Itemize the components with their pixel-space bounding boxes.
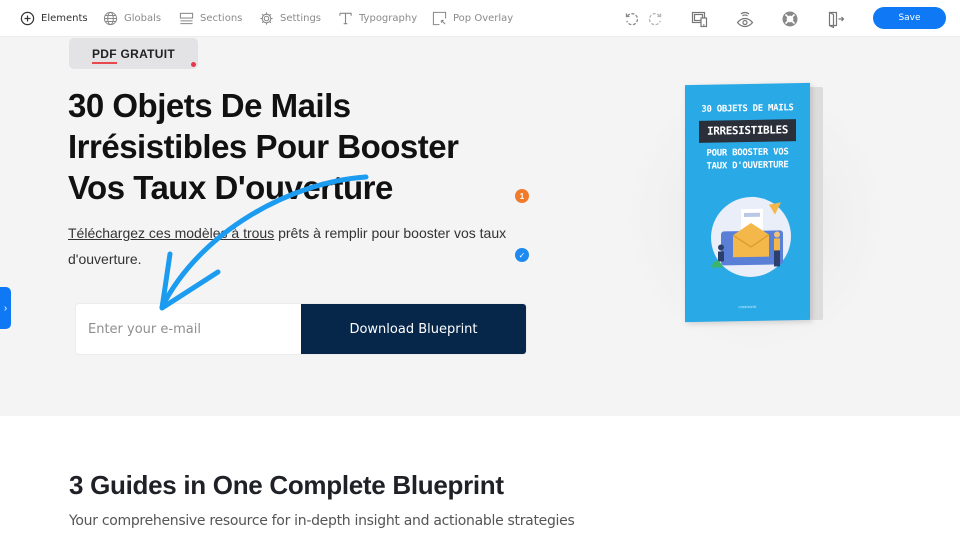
download-blueprint-button[interactable]: Download Blueprint <box>301 304 526 354</box>
nav-elements[interactable]: Elements <box>20 0 88 37</box>
nav-typography[interactable]: Typography <box>338 0 417 37</box>
popup-icon <box>432 11 447 26</box>
email-illustration-icon <box>711 196 791 277</box>
hero-section: PDF GRATUIT 30 Objets De Mails Irrésisti… <box>0 37 960 416</box>
pdf-gratuit-badge: PDF GRATUIT <box>69 38 198 69</box>
lifebuoy-icon[interactable] <box>780 9 800 29</box>
email-input[interactable] <box>76 304 301 354</box>
book-title-highlight: IRRESISTIBLES <box>699 119 796 143</box>
nav-pop-overlay[interactable]: Pop Overlay <box>432 0 513 37</box>
notification-count-badge[interactable]: 1 <box>515 189 529 203</box>
sections-icon <box>179 11 194 26</box>
badge-pdf-text: PDF <box>91 46 117 64</box>
hero-description-link[interactable]: Téléchargez ces modèles à trous <box>68 225 274 241</box>
eye-icon[interactable] <box>735 9 755 29</box>
redo-icon[interactable] <box>645 9 665 29</box>
gear-icon <box>259 11 274 26</box>
badge-rest-text: GRATUIT <box>116 46 176 61</box>
book-subtitle: POUR BOOSTER VOS TAUX D'OUVERTURE <box>685 146 810 174</box>
email-signup-form: Download Blueprint <box>76 304 526 354</box>
nav-pop-overlay-label: Pop Overlay <box>453 13 514 24</box>
save-button[interactable]: Save <box>873 7 946 29</box>
nav-globals[interactable]: Globals <box>103 0 161 37</box>
badge-indicator-dot <box>191 62 196 67</box>
globe-icon <box>103 11 118 26</box>
nav-sections[interactable]: Sections <box>179 0 242 37</box>
nav-settings[interactable]: Settings <box>259 0 321 37</box>
nav-sections-label: Sections <box>200 13 243 24</box>
sidebar-expand-toggle[interactable]: › <box>0 287 11 329</box>
nav-globals-label: Globals <box>124 13 162 24</box>
hero-title: 30 Objets De Mails Irrésistibles Pour Bo… <box>68 85 508 208</box>
nav-settings-label: Settings <box>280 13 322 24</box>
hero-title-line: Irrésistibles Pour Booster <box>68 128 459 165</box>
typography-icon <box>338 11 353 26</box>
nav-elements-label: Elements <box>41 13 88 24</box>
section-title: 3 Guides in One Complete Blueprint <box>69 470 504 500</box>
editor-toolbar: Elements Globals Sections Settings Typog… <box>0 0 960 37</box>
hero-title-line: 30 Objets De Mails <box>68 87 351 124</box>
chevron-right-icon: › <box>3 302 8 314</box>
plus-circle-icon <box>20 11 35 26</box>
hero-title-line: Vos Taux D'ouverture <box>68 169 393 206</box>
book-publisher: COMPAGNIE <box>738 304 757 310</box>
exit-icon[interactable] <box>826 9 846 29</box>
check-icon[interactable]: ✓ <box>515 248 529 262</box>
book-subtitle-line: TAUX D'OUVERTURE <box>706 160 789 172</box>
book-cover: 30 OBJETS DE MAILS IRRESISTIBLES POUR BO… <box>685 82 810 323</box>
section-subtitle: Your comprehensive resource for in-depth… <box>69 513 575 529</box>
hero-description: Téléchargez ces modèles à trous prêts à … <box>68 220 548 272</box>
devices-icon[interactable] <box>690 9 710 29</box>
undo-icon[interactable] <box>622 9 642 29</box>
ebook-mockup: 30 OBJETS DE MAILS IRRESISTIBLES POUR BO… <box>610 57 900 377</box>
book-title-line: 30 OBJETS DE MAILS <box>701 103 794 115</box>
nav-typography-label: Typography <box>359 13 418 24</box>
